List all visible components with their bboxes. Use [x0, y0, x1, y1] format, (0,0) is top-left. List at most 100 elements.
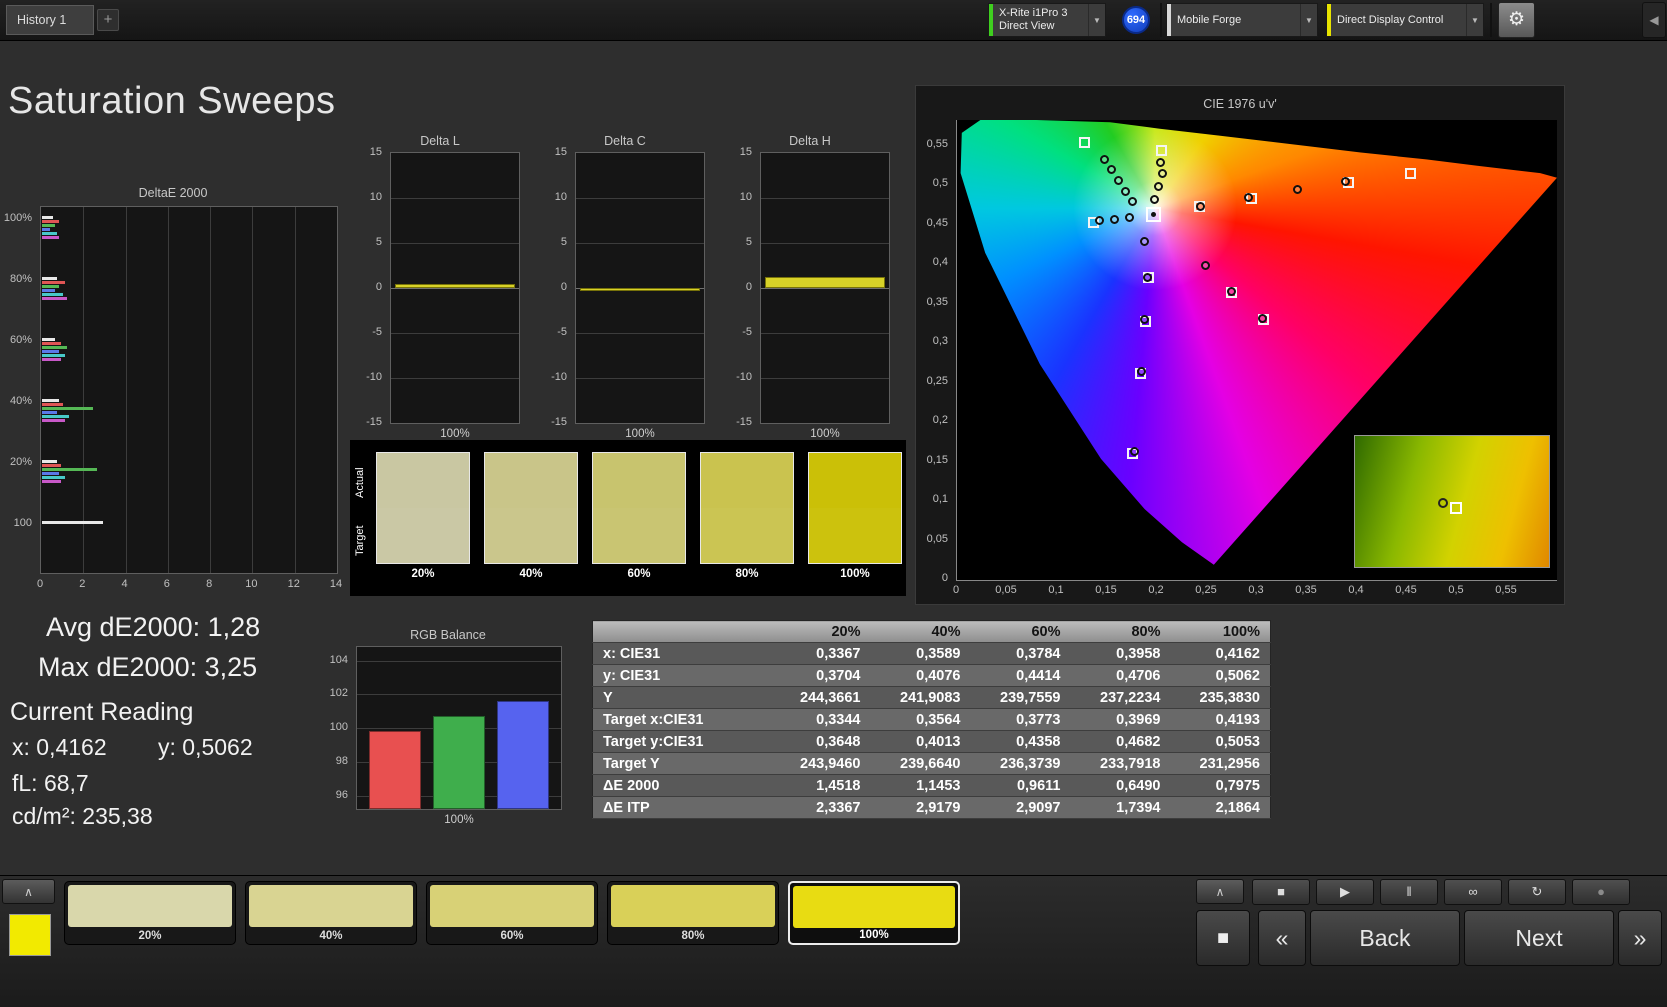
saturation-level-button-100%[interactable]: 100% — [788, 881, 960, 945]
gridline — [391, 243, 519, 244]
axis-tick-label: 0,05 — [995, 584, 1016, 596]
deltae-bar — [42, 468, 97, 471]
cie-target-point — [1079, 137, 1090, 148]
table-row-label: Target x:CIE31 — [593, 709, 771, 731]
saturation-level-button-40%[interactable]: 40% — [245, 881, 417, 945]
swatch-label: 100% — [808, 568, 902, 580]
continuous-measure-button[interactable]: ∞ — [1444, 879, 1502, 905]
delta-bar — [395, 284, 515, 288]
add-tab-button[interactable]: + — [97, 9, 119, 31]
actual-target-swatch-panel: Actual Target 20%40%60%80%100% — [350, 440, 906, 596]
current-y-value: y: 0,5062 — [158, 734, 253, 761]
axis-tick-label: 12 — [288, 578, 300, 590]
deltae-bar — [42, 342, 61, 345]
gridline — [295, 207, 296, 573]
next-button[interactable]: Next — [1464, 910, 1614, 966]
chart-title: RGB Balance — [322, 628, 574, 642]
delta-h-plot — [760, 152, 890, 424]
cie-current-dot — [1151, 212, 1156, 217]
topbar: History 1 + X-Rite i1Pro 3 Direct View ▼… — [0, 0, 1667, 41]
stop-button[interactable]: ■ — [1252, 879, 1310, 905]
expand-controls-button[interactable]: ∧ — [1196, 879, 1244, 904]
table-cell: 237,2234 — [1071, 687, 1171, 709]
deltae-bar — [42, 281, 65, 284]
deltae-bar — [42, 346, 67, 349]
table-header-cell: 40% — [871, 621, 971, 643]
swatch-actual — [593, 453, 685, 508]
expand-patch-panel-button[interactable]: ∧ — [2, 879, 55, 904]
gridline — [576, 333, 704, 334]
gear-icon: ⚙ — [1508, 9, 1525, 30]
axis-tick-label: 0 — [746, 281, 752, 293]
table-cell: 1,7394 — [1071, 797, 1171, 819]
cie-measured-point — [1140, 315, 1149, 324]
table-row-label: Y — [593, 687, 771, 709]
table-cell: 241,9083 — [871, 687, 971, 709]
axis-tick-label: -10 — [736, 371, 752, 383]
back-button[interactable]: Back — [1310, 910, 1460, 966]
table-cell: 0,3969 — [1071, 709, 1171, 731]
play-button[interactable]: ▶ — [1316, 879, 1374, 905]
axis-tick-label: 15 — [555, 146, 567, 158]
saturation-level-button-60%[interactable]: 60% — [426, 881, 598, 945]
cie-measured-point — [1121, 187, 1130, 196]
display-control-dropdown[interactable]: Direct Display Control ▼ — [1326, 3, 1484, 37]
meter-dropdown[interactable]: X-Rite i1Pro 3 Direct View ▼ — [988, 3, 1106, 37]
table-cell: 0,3344 — [771, 709, 871, 731]
axis-tick-label: -5 — [742, 326, 752, 338]
settings-button[interactable]: ⚙ — [1498, 2, 1535, 38]
cie-measured-point — [1125, 213, 1134, 222]
level-label: 60% — [427, 930, 597, 942]
level-label: 20% — [65, 930, 235, 942]
swatch-actual — [485, 453, 577, 508]
table-cell: 0,6490 — [1071, 775, 1171, 797]
gridline — [357, 661, 561, 662]
table-body: x: CIE310,33670,35890,37840,39580,4162y:… — [593, 643, 1271, 819]
history-tab[interactable]: History 1 — [6, 5, 94, 35]
chart-title: CIE 1976 u'v' — [916, 97, 1564, 111]
saturation-level-button-80%[interactable]: 80% — [607, 881, 779, 945]
gridline — [391, 378, 519, 379]
deltae-bar — [42, 407, 93, 410]
source-dropdown[interactable]: Mobile Forge ▼ — [1166, 3, 1318, 37]
pause-button[interactable]: ‖ — [1380, 879, 1438, 905]
gridline — [576, 378, 704, 379]
record-button[interactable]: ● — [1572, 879, 1630, 905]
gridline — [210, 207, 211, 573]
deltae-bar — [42, 411, 57, 414]
axis-tick-label: 80% — [10, 273, 32, 285]
axis-tick-label: 0,45 — [927, 217, 948, 229]
table-cell: 0,3589 — [871, 643, 971, 665]
gridline — [391, 198, 519, 199]
max-de2000: Max dE2000: 3,25 — [38, 652, 257, 683]
gridline — [126, 207, 127, 573]
gridline — [83, 207, 84, 573]
deltae-bar — [42, 293, 63, 296]
rgb-bar-red — [369, 731, 421, 809]
axis-tick-label: -5 — [557, 326, 567, 338]
deltae-bar — [42, 464, 61, 467]
app-root: History 1 + X-Rite i1Pro 3 Direct View ▼… — [0, 0, 1667, 1007]
deltae2000-plot — [40, 206, 338, 574]
infinity-icon: ∞ — [1468, 884, 1477, 899]
loop-button[interactable]: ↻ — [1508, 879, 1566, 905]
table-cell: 0,4414 — [971, 665, 1071, 687]
axis-tick-label: 5 — [561, 236, 567, 248]
current-reading-heading: Current Reading — [10, 698, 193, 727]
table-cell: 236,3739 — [971, 753, 1071, 775]
cie-diagram-panel: CIE 1976 u'v' 00,050,10,150,20,250,30,35… — [915, 85, 1565, 605]
axis-tick-label: 20% — [10, 456, 32, 468]
topbar-divider — [1160, 3, 1162, 37]
table-cell: 0,4193 — [1171, 709, 1271, 731]
stop-session-button[interactable]: ■ — [1196, 910, 1250, 966]
back-chevron-button[interactable]: « — [1258, 910, 1306, 966]
table-cell: 231,2956 — [1171, 753, 1271, 775]
next-chevron-button[interactable]: » — [1618, 910, 1662, 966]
table-cell: 1,1453 — [871, 775, 971, 797]
collapse-panel-button[interactable]: ◀ — [1642, 2, 1666, 38]
saturation-level-button-20%[interactable]: 20% — [64, 881, 236, 945]
table-cell: 2,9097 — [971, 797, 1071, 819]
deltae-bar — [42, 297, 67, 300]
deltae-bar — [42, 419, 65, 422]
axis-tick-label: 0,4 — [933, 256, 948, 268]
